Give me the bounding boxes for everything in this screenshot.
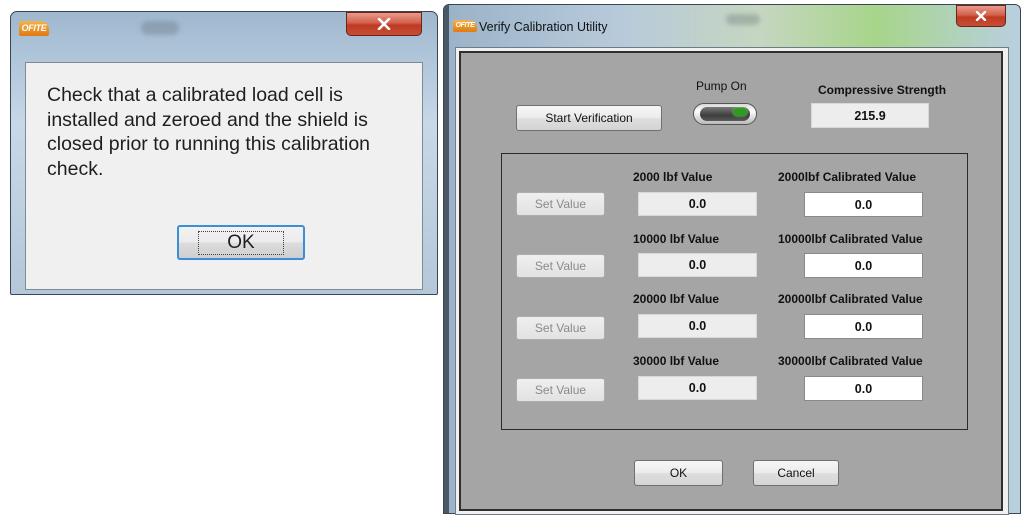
message-text: Check that a calibrated load cell is ins…	[47, 84, 371, 180]
close-icon	[377, 18, 391, 30]
verify-titlebar[interactable]: OFITE Verify Calibration Utility	[444, 5, 1020, 35]
set-value-button[interactable]: Set Value	[516, 254, 605, 278]
calibrated-value-input[interactable]: 0.0	[804, 253, 923, 278]
cancel-button[interactable]: Cancel	[753, 460, 839, 486]
start-verification-label: Start Verification	[545, 111, 633, 125]
set-value-label: Set Value	[534, 259, 587, 273]
calibrated-value-label: 2000lbf Calibrated Value	[778, 170, 917, 184]
calibrated-value-label: 20000lbf Calibrated Value	[778, 292, 923, 306]
compressive-strength-label: Compressive Strength	[818, 83, 947, 97]
calibrated-value-label: 30000lbf Calibrated Value	[778, 354, 923, 368]
value-label: 30000 lbf Value	[633, 354, 720, 368]
window-title: Verify Calibration Utility	[479, 20, 608, 34]
blurred-title	[726, 14, 760, 25]
set-value-button[interactable]: Set Value	[516, 378, 605, 402]
calibration-values-frame: 2000 lbf Value 2000lbf Calibrated Value …	[501, 153, 968, 430]
set-value-button[interactable]: Set Value	[516, 192, 605, 216]
set-value-button[interactable]: Set Value	[516, 316, 605, 340]
ofite-logo-icon: OFITE	[453, 20, 477, 32]
lbf-value-field: 0.0	[638, 376, 757, 400]
calibrated-value-label: 10000lbf Calibrated Value	[778, 232, 923, 246]
calibrated-value-input[interactable]: 0.0	[804, 376, 923, 401]
pump-on-label: Pump On	[696, 79, 747, 93]
close-button[interactable]	[956, 5, 1006, 27]
close-button[interactable]	[346, 12, 422, 36]
cancel-button-label: Cancel	[777, 466, 815, 480]
verify-panel: Start Verification Pump On Compressive S…	[459, 51, 1003, 511]
verify-client-area: Start Verification Pump On Compressive S…	[455, 47, 1009, 515]
ok-button[interactable]: OK	[634, 460, 723, 486]
calibrated-value-input[interactable]: 0.0	[804, 314, 923, 339]
lbf-value-field: 0.0	[638, 253, 757, 277]
ok-button-label: OK	[198, 230, 284, 255]
lbf-value-field: 0.0	[638, 314, 757, 338]
verify-calibration-window: OFITE Verify Calibration Utility Start V…	[443, 4, 1021, 515]
set-value-label: Set Value	[534, 197, 587, 211]
start-verification-button[interactable]: Start Verification	[516, 105, 662, 131]
message-box-titlebar[interactable]: OFITE	[11, 12, 437, 42]
ok-button[interactable]: OK	[177, 225, 305, 260]
pump-status-led-icon	[733, 108, 747, 116]
close-icon	[975, 11, 987, 21]
value-label: 10000 lbf Value	[633, 232, 720, 246]
pump-on-toggle[interactable]	[693, 103, 757, 125]
message-box-window: OFITE Check that a calibrated load cell …	[10, 11, 438, 295]
value-label: 20000 lbf Value	[633, 292, 720, 306]
blurred-title	[141, 21, 179, 35]
lbf-value-field: 0.0	[638, 192, 757, 216]
calibrated-value-input[interactable]: 0.0	[804, 192, 923, 217]
set-value-label: Set Value	[534, 321, 587, 335]
compressive-strength-value: 215.9	[811, 103, 929, 128]
value-label: 2000 lbf Value	[633, 170, 713, 184]
ok-button-label: OK	[669, 466, 688, 480]
ofite-logo-icon: OFITE	[19, 21, 49, 36]
set-value-label: Set Value	[534, 383, 587, 397]
message-box-body: Check that a calibrated load cell is ins…	[25, 62, 423, 290]
window-edge	[444, 5, 449, 513]
